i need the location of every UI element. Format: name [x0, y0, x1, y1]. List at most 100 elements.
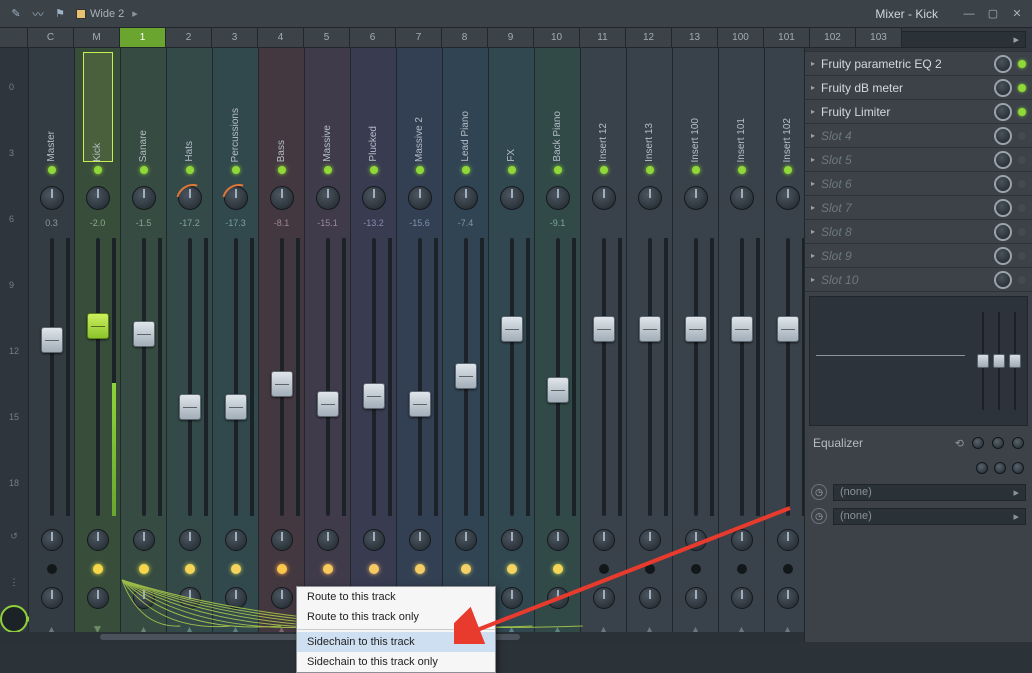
send-knob[interactable]: [639, 587, 661, 609]
route-led[interactable]: [277, 564, 287, 574]
fader-area[interactable]: [397, 232, 442, 522]
mute-led[interactable]: [554, 166, 562, 174]
preset-selector[interactable]: Wide 2: [76, 8, 124, 20]
track-6[interactable]: Massive -15.1 ▴: [305, 48, 351, 642]
pan-knob[interactable]: [638, 186, 662, 210]
sidechain-output-ring[interactable]: [0, 605, 28, 633]
track-101[interactable]: Insert 101 ▴: [719, 48, 765, 642]
eq-band-fader-low[interactable]: [977, 303, 989, 419]
fx-mix-knob[interactable]: [994, 247, 1012, 265]
clock-icon[interactable]: ◷: [811, 484, 827, 500]
fx-slot[interactable]: ▸ Slot 8: [805, 220, 1032, 244]
mute-led[interactable]: [186, 166, 194, 174]
fader-area[interactable]: [29, 232, 74, 522]
track-header-5[interactable]: 5: [304, 28, 350, 48]
stereo-sep-knob[interactable]: [409, 529, 431, 551]
mute-led[interactable]: [508, 166, 516, 174]
track-header-10[interactable]: 10: [534, 28, 580, 48]
fx-slot[interactable]: ▸ Slot 10: [805, 268, 1032, 292]
send-knob[interactable]: [593, 587, 615, 609]
flag-icon[interactable]: ⚑: [52, 6, 68, 22]
fx-slot[interactable]: ▸ Slot 6: [805, 172, 1032, 196]
output-dropdown-2[interactable]: (none) ▸: [833, 508, 1026, 525]
header-m[interactable]: M: [74, 28, 120, 48]
track-11[interactable]: Back Piano -9.1 ▴: [535, 48, 581, 642]
fader-cap[interactable]: [547, 377, 569, 403]
fader-area[interactable]: [443, 232, 488, 522]
fader-area[interactable]: [581, 232, 626, 522]
header-c[interactable]: C: [28, 28, 74, 48]
fx-enable-led[interactable]: [1018, 228, 1026, 236]
mute-led[interactable]: [692, 166, 700, 174]
send-knob[interactable]: [179, 587, 201, 609]
fx-slot[interactable]: ▸ Fruity Limiter: [805, 100, 1032, 124]
stereo-sep-knob[interactable]: [731, 529, 753, 551]
fader-cap[interactable]: [363, 383, 385, 409]
fader-cap[interactable]: [731, 316, 753, 342]
fx-mix-knob[interactable]: [994, 127, 1012, 145]
track-header-13[interactable]: 13: [672, 28, 718, 48]
fader-cap[interactable]: [179, 394, 201, 420]
track-13[interactable]: Insert 13 ▴: [627, 48, 673, 642]
mute-led[interactable]: [462, 166, 470, 174]
pan-knob[interactable]: [776, 186, 800, 210]
stereo-sep-knob[interactable]: [639, 529, 661, 551]
track-header-100[interactable]: 100: [718, 28, 764, 48]
fx-mix-knob[interactable]: [994, 103, 1012, 121]
mute-led[interactable]: [324, 166, 332, 174]
mute-led[interactable]: [600, 166, 608, 174]
eq-curve[interactable]: [810, 297, 971, 425]
fader-cap[interactable]: [455, 363, 477, 389]
output-dropdown-1[interactable]: (none) ▸: [833, 484, 1026, 501]
pan-knob[interactable]: [40, 186, 64, 210]
route-led[interactable]: [645, 564, 655, 574]
track-header-3[interactable]: 3: [212, 28, 258, 48]
track-8[interactable]: Massive 2 -15.6 ▴: [397, 48, 443, 642]
mute-led[interactable]: [94, 166, 102, 174]
play-arrow-icon[interactable]: ▸: [132, 7, 138, 20]
send-knob[interactable]: [777, 587, 799, 609]
fx-slot[interactable]: ▸ Fruity parametric EQ 2: [805, 52, 1032, 76]
sidechain-tiny-icon[interactable]: ↺: [10, 531, 18, 542]
fx-enable-led[interactable]: [1018, 156, 1026, 164]
fx-mix-knob[interactable]: [994, 175, 1012, 193]
stereo-sep-knob[interactable]: [179, 529, 201, 551]
stereo-sep-knob[interactable]: [363, 529, 385, 551]
track-1[interactable]: Kick -2.0 ▼: [75, 48, 121, 642]
eq-knob-6[interactable]: [1012, 462, 1024, 474]
eq-knob-1[interactable]: [972, 437, 984, 449]
track-header-103[interactable]: 103: [856, 28, 902, 48]
track-10[interactable]: FX ▴: [489, 48, 535, 642]
stereo-sep-knob[interactable]: [87, 529, 109, 551]
eq-knob-3[interactable]: [1012, 437, 1024, 449]
fader-cap[interactable]: [87, 313, 109, 339]
track-header-11[interactable]: 11: [580, 28, 626, 48]
stereo-sep-knob[interactable]: [777, 529, 799, 551]
send-knob[interactable]: [547, 587, 569, 609]
context-menu-item[interactable]: Route to this track only: [297, 607, 495, 627]
maximize-button[interactable]: ▢: [986, 7, 1000, 21]
fader-cap[interactable]: [41, 327, 63, 353]
track-3[interactable]: Hats -17.2 ▴: [167, 48, 213, 642]
route-led[interactable]: [139, 564, 149, 574]
route-led[interactable]: [93, 564, 103, 574]
pan-knob[interactable]: [546, 186, 570, 210]
fader-area[interactable]: [719, 232, 764, 522]
stereo-sep-knob[interactable]: [685, 529, 707, 551]
mute-led[interactable]: [738, 166, 746, 174]
mute-led[interactable]: [278, 166, 286, 174]
track-102[interactable]: Insert 102 ▴: [765, 48, 804, 642]
send-knob[interactable]: [685, 587, 707, 609]
pan-knob[interactable]: [132, 186, 156, 210]
pan-knob[interactable]: [224, 186, 248, 210]
route-led[interactable]: [369, 564, 379, 574]
fx-slot[interactable]: ▸ Slot 7: [805, 196, 1032, 220]
fader-area[interactable]: [489, 232, 534, 522]
eq-band-fader-high[interactable]: [1009, 303, 1021, 419]
fx-mix-knob[interactable]: [994, 79, 1012, 97]
send-knob[interactable]: [731, 587, 753, 609]
track-header-9[interactable]: 9: [488, 28, 534, 48]
fx-enable-led[interactable]: [1018, 84, 1026, 92]
track-4[interactable]: Percussions -17.3 ▴: [213, 48, 259, 642]
track-header-6[interactable]: 6: [350, 28, 396, 48]
